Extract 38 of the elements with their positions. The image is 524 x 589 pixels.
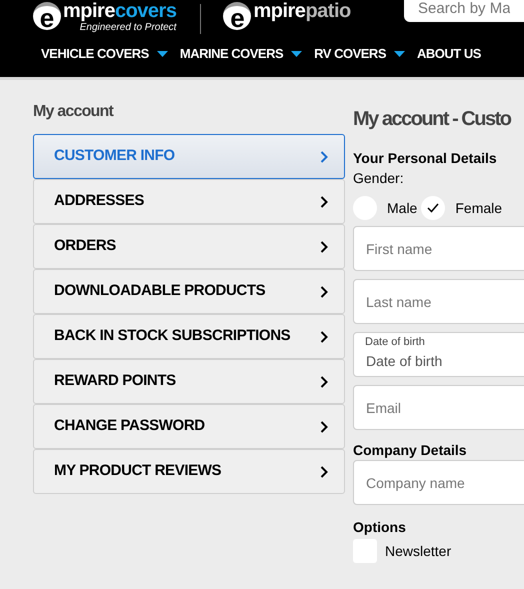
input-field[interactable]: Email [353, 385, 524, 430]
chevron-right-icon [320, 330, 328, 342]
sidebar-item[interactable]: DOWNLOADABLE PRODUCTS [33, 269, 345, 314]
section-heading: Your Personal Details [353, 149, 498, 168]
nav-link[interactable]: RV COVERS [314, 44, 405, 64]
chevron-right-icon [320, 286, 328, 298]
chevron-right-icon [320, 420, 328, 432]
checkbox-label: Newsletter [385, 542, 452, 560]
page-title: My account - Custo [353, 107, 512, 132]
sidebar-item[interactable]: REWARD POINTS [33, 359, 345, 404]
sidebar-item[interactable]: CHANGE PASSWORD [33, 404, 345, 449]
input-field[interactable]: First name [353, 226, 524, 271]
sidebar-item[interactable]: ADDRESSES [33, 179, 345, 224]
sidebar-item[interactable]: ORDERS [33, 224, 345, 269]
sidebar-item[interactable]: CUSTOMER INFO [33, 134, 345, 179]
chevron-right-icon [320, 196, 328, 208]
nav-link[interactable]: MARINE COVERS [180, 44, 302, 64]
sidebar-title: My account [33, 102, 115, 122]
sidebar-item[interactable]: MY PRODUCT REVIEWS [33, 449, 345, 494]
radio-button[interactable] [421, 196, 446, 220]
floating-label: Date of birth [365, 336, 425, 348]
radio-label: Female [455, 198, 502, 218]
chevron-right-icon [320, 150, 328, 162]
nav-link[interactable]: VEHICLE COVERS [41, 44, 168, 64]
check-icon [427, 203, 440, 213]
chevron-right-icon [320, 376, 328, 388]
chevron-right-icon [320, 240, 328, 252]
sidebar-item[interactable]: BACK IN STOCK SUBSCRIPTIONS [33, 314, 345, 359]
radio-label: Male [387, 198, 418, 218]
logo[interactable]: e mpirecovers Engineered to Protect [33, 4, 202, 34]
input-field[interactable]: Company name [353, 460, 524, 505]
logo[interactable]: e mpirepatio [201, 4, 351, 30]
nav-link[interactable]: ABOUT US [417, 44, 481, 64]
input-field[interactable]: Last name [353, 279, 524, 324]
chevron-right-icon [320, 466, 328, 478]
field-label: Gender: [353, 169, 405, 188]
section-heading: Options [353, 518, 407, 537]
section-heading: Company Details [353, 441, 468, 460]
